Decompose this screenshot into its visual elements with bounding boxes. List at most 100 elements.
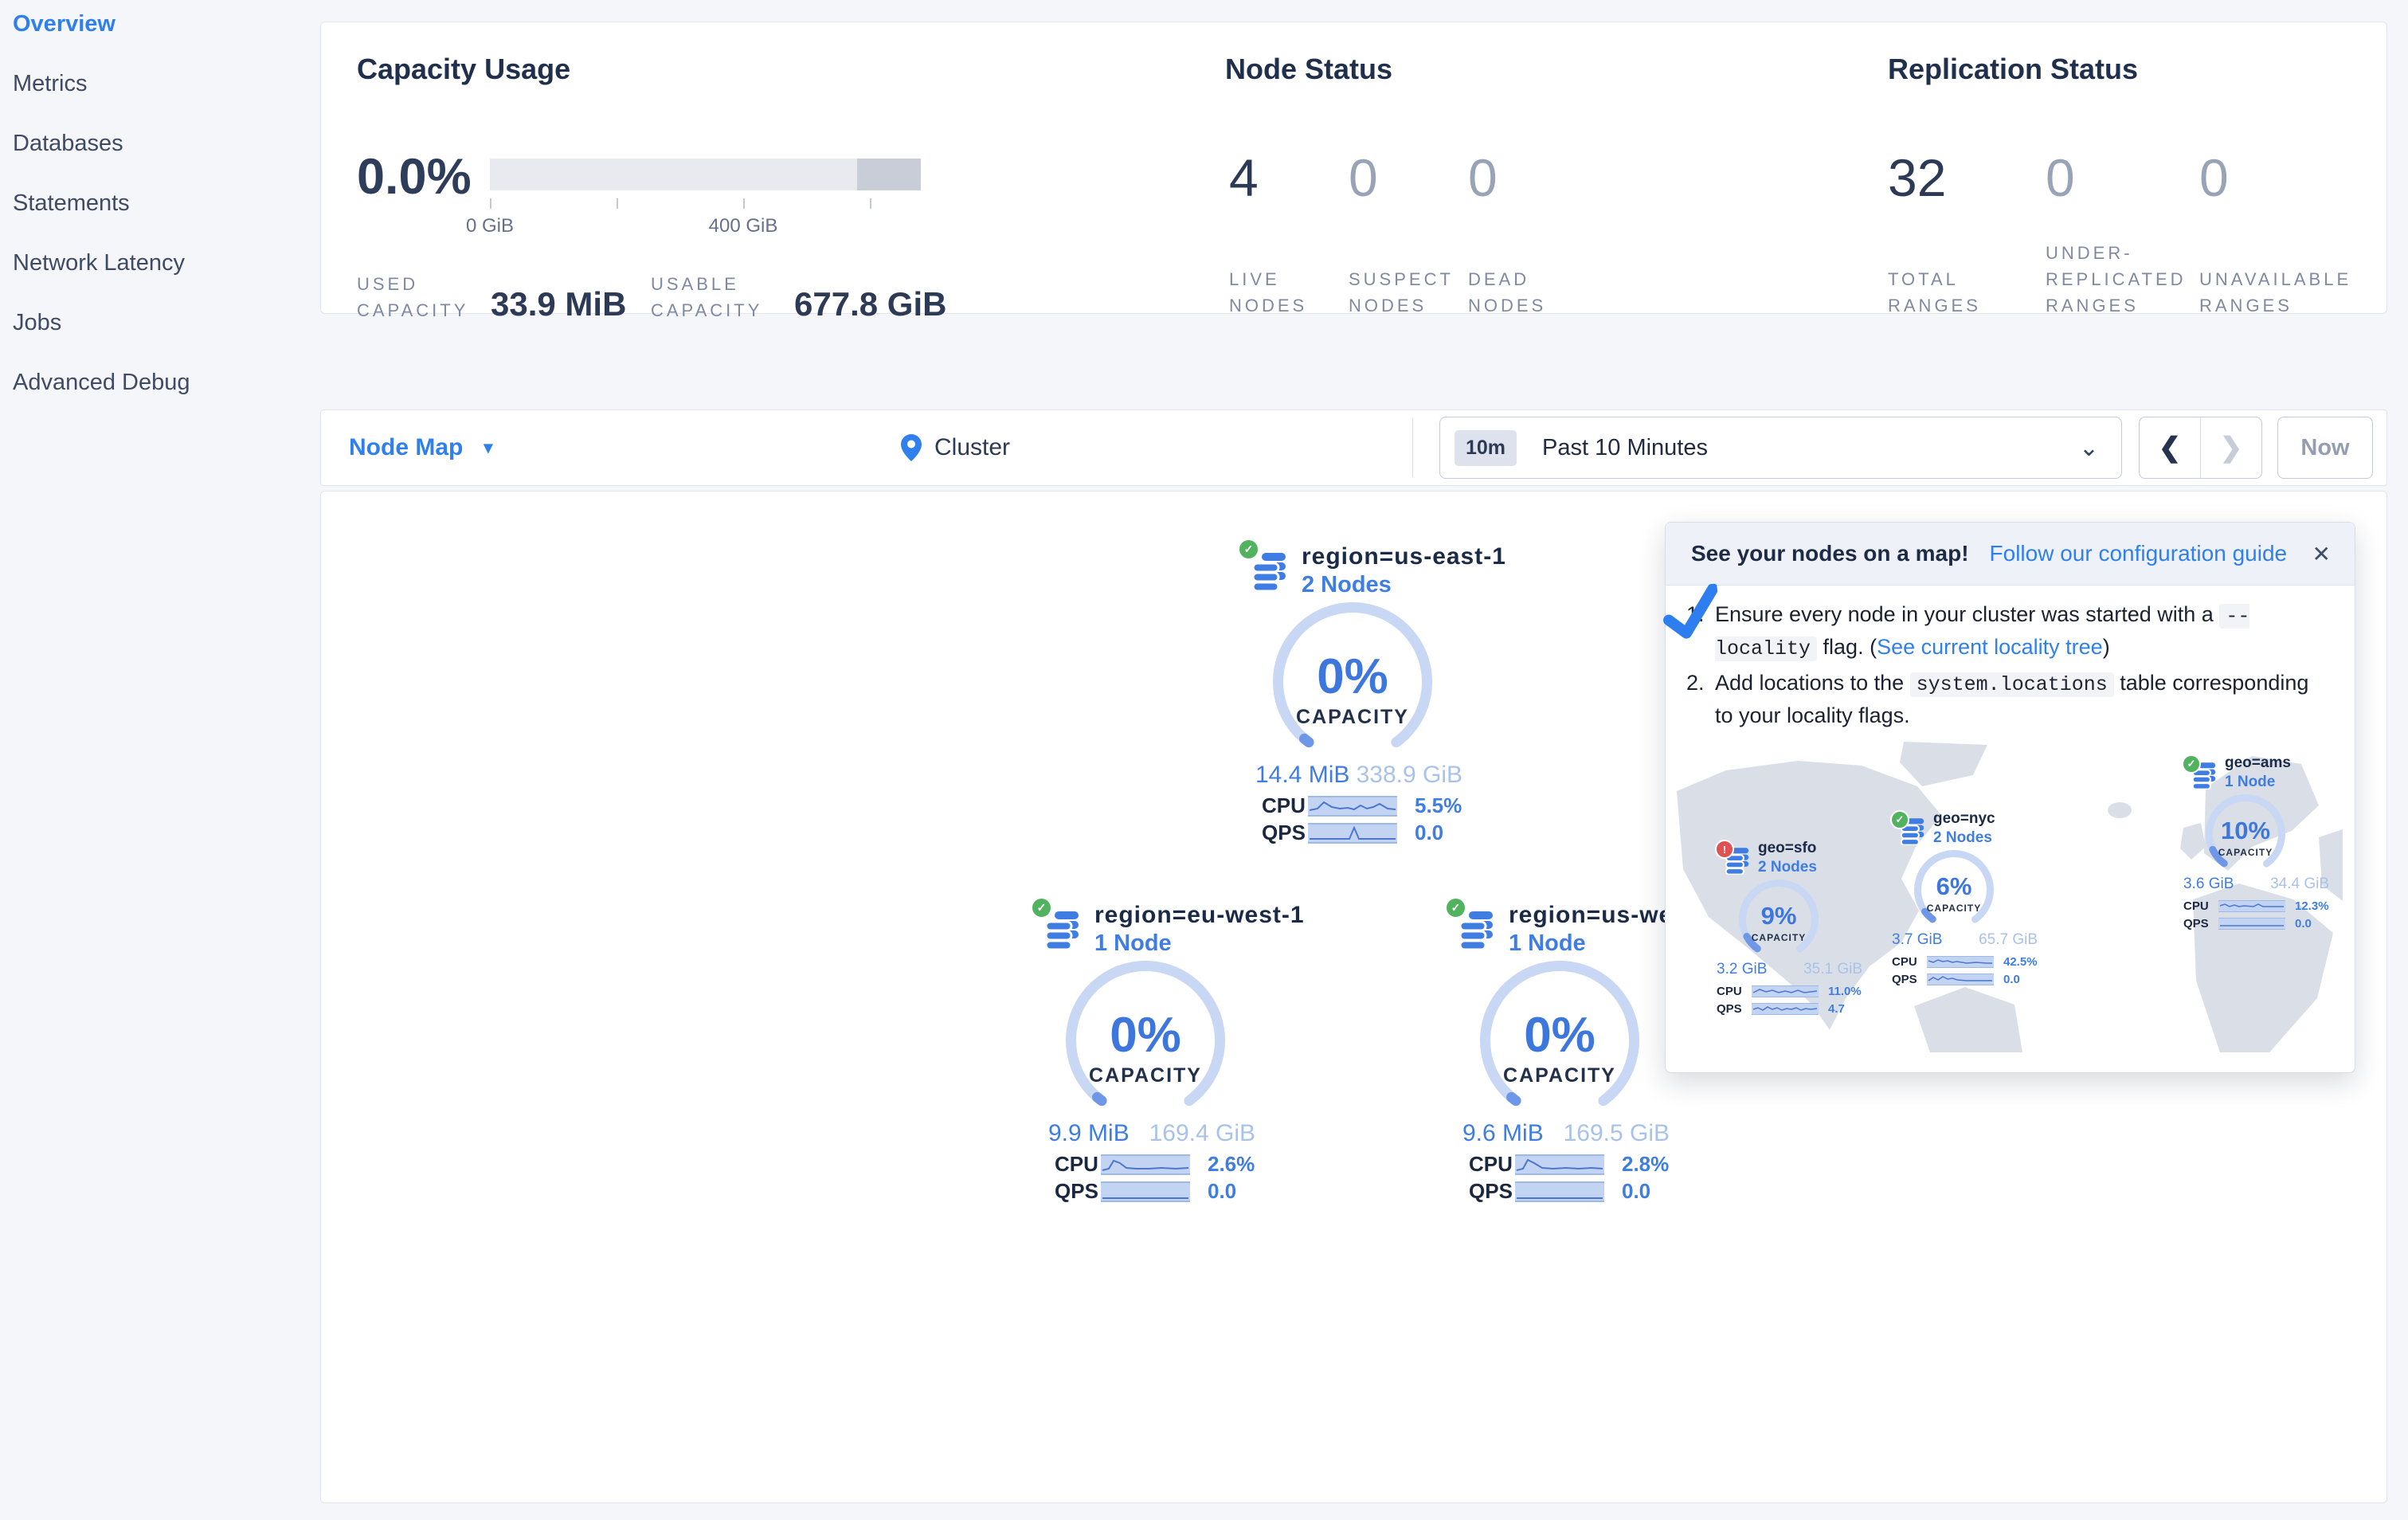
total-ranges-label: TOTAL RANGES bbox=[1888, 269, 1981, 315]
gauge-percent: 0% bbox=[1110, 1008, 1181, 1063]
cpu-value: 5.5% bbox=[1415, 793, 1462, 817]
total-ranges-value: 32 bbox=[1888, 148, 1947, 207]
total-ranges-stat: 32 TOTAL RANGES bbox=[1888, 151, 2023, 319]
sidebar-item-network-latency[interactable]: Network Latency bbox=[13, 241, 185, 285]
caret-down-icon: ▾ bbox=[484, 437, 493, 457]
prev-interval-button[interactable]: ❮ bbox=[2140, 417, 2201, 478]
replication-status-title: Replication Status bbox=[1888, 53, 2139, 85]
cpu-label: CPU bbox=[1055, 1152, 1098, 1176]
suspect-nodes-stat: 0 SUSPECT NODES bbox=[1349, 151, 1460, 319]
chevron-down-icon: ⌄ bbox=[2078, 434, 2099, 461]
qps-label: QPS bbox=[1262, 821, 1306, 844]
qps-row: QPS 0.0 bbox=[2183, 917, 2312, 930]
region-nodes-link[interactable]: 1 Node bbox=[1094, 930, 1172, 957]
qps-label: QPS bbox=[1469, 1179, 1513, 1203]
next-interval-button[interactable]: ❯ bbox=[2201, 417, 2261, 478]
gauge-capacity-label: CAPACITY bbox=[1296, 706, 1409, 728]
status-ok-icon: ✓ bbox=[1890, 810, 1909, 829]
sidebar-item-overview[interactable]: Overview bbox=[13, 2, 116, 46]
cpu-label: CPU bbox=[1262, 793, 1306, 817]
under-replicated-value: 0 bbox=[2046, 148, 2075, 207]
cpu-value: 42.5% bbox=[2003, 955, 2038, 969]
setup-step-1: 1. Ensure every node in your cluster was… bbox=[1686, 599, 2328, 664]
gauge-capacity-label: CAPACITY bbox=[1089, 1064, 1202, 1087]
total-capacity: 169.5 GiB bbox=[1563, 1120, 1670, 1146]
gauge-percent: 0% bbox=[1317, 649, 1388, 704]
qps-sparkline bbox=[1101, 1181, 1190, 1202]
qps-row: QPS 0.0 bbox=[1262, 821, 1443, 845]
qps-row: QPS 4.7 bbox=[1717, 1002, 1845, 1016]
sidebar: Overview Metrics Databases Statements Ne… bbox=[0, 0, 315, 1520]
setup-step-2: 2. Add locations to the system.locations… bbox=[1686, 668, 2328, 731]
used-capacity-stat: USED CAPACITY 33.9 MiB bbox=[357, 271, 626, 323]
qps-sparkline bbox=[2218, 918, 2285, 930]
view-mode-dropdown[interactable]: Node Map ▾ bbox=[349, 410, 492, 485]
status-ok-icon: ✓ bbox=[2182, 754, 2201, 774]
configuration-guide-link[interactable]: Follow our configuration guide bbox=[1990, 541, 2288, 566]
tick-label-0: 0 GiB bbox=[465, 215, 515, 237]
time-range-badge: 10m bbox=[1455, 429, 1517, 466]
qps-sparkline bbox=[1308, 822, 1397, 844]
gauge-capacity-label: CAPACITY bbox=[1503, 1064, 1616, 1087]
suspect-nodes-label: SUSPECT NODES bbox=[1349, 269, 1454, 315]
gauge-capacity-label: CAPACITY bbox=[1926, 903, 1982, 914]
cpu-value: 2.6% bbox=[1208, 1152, 1255, 1176]
region-nodes-link[interactable]: 1 Node bbox=[2225, 774, 2275, 791]
total-capacity: 35.1 GiB bbox=[1803, 961, 1862, 977]
db-console-overview: Overview Metrics Databases Statements Ne… bbox=[0, 0, 2408, 1520]
sidebar-item-advanced-debug[interactable]: Advanced Debug bbox=[13, 360, 190, 405]
tick-label-400: 400 GiB bbox=[708, 215, 778, 237]
gauge-percent: 9% bbox=[1760, 902, 1797, 930]
breadcrumb-label: Cluster bbox=[934, 434, 1011, 460]
unavailable-value: 0 bbox=[2199, 148, 2229, 207]
region-nodes-link[interactable]: 2 Nodes bbox=[1302, 572, 1392, 598]
sidebar-item-databases[interactable]: Databases bbox=[13, 121, 123, 166]
cpu-sparkline bbox=[2218, 900, 2285, 912]
cpu-label: CPU bbox=[1469, 1152, 1513, 1176]
qps-label: QPS bbox=[1717, 1002, 1742, 1016]
qps-value: 0.0 bbox=[2003, 973, 2020, 986]
sidebar-item-metrics[interactable]: Metrics bbox=[13, 61, 87, 106]
cpu-row: CPU 5.5% bbox=[1262, 793, 1462, 818]
usable-capacity-value: 677.8 GiB bbox=[794, 285, 947, 323]
used-capacity: 14.4 MiB bbox=[1255, 762, 1350, 788]
live-nodes-stat: 4 LIVE NODES bbox=[1229, 151, 1341, 319]
locality-tree-link[interactable]: See current locality tree bbox=[1877, 635, 2103, 659]
region-nodes-link[interactable]: 2 Nodes bbox=[1933, 829, 1992, 847]
used-capacity-value: 33.9 MiB bbox=[491, 285, 627, 323]
qps-sparkline bbox=[1927, 974, 1994, 985]
map-pin-icon bbox=[901, 434, 922, 461]
now-button[interactable]: Now bbox=[2277, 417, 2373, 479]
database-nodes-icon bbox=[1459, 911, 1496, 954]
database-nodes-icon bbox=[1044, 911, 1082, 954]
close-icon[interactable]: ✕ bbox=[2312, 541, 2331, 567]
breadcrumb[interactable]: Cluster bbox=[901, 410, 1010, 485]
setup-steps: 1. Ensure every node in your cluster was… bbox=[1686, 599, 2328, 735]
used-capacity: 3.2 GiB bbox=[1717, 961, 1768, 977]
tick bbox=[870, 198, 871, 209]
capacity-bar-reserved bbox=[857, 159, 921, 190]
cpu-value: 2.8% bbox=[1622, 1152, 1670, 1176]
qps-value: 0.0 bbox=[1622, 1179, 1651, 1203]
time-range-label: Past 10 Minutes bbox=[1542, 434, 1708, 460]
region-nodes-link[interactable]: 1 Node bbox=[1509, 930, 1586, 957]
qps-value: 0.0 bbox=[1208, 1179, 1237, 1203]
cpu-row: CPU 2.6% bbox=[1055, 1152, 1255, 1177]
dead-nodes-stat: 0 DEAD NODES bbox=[1468, 151, 1580, 319]
cpu-row: CPU 42.5% bbox=[1892, 955, 2038, 969]
region-title: region=eu-west-1 bbox=[1094, 902, 1305, 928]
sidebar-item-jobs[interactable]: Jobs bbox=[13, 300, 61, 345]
live-nodes-label: LIVE NODES bbox=[1229, 269, 1308, 315]
gauge-percent: 10% bbox=[2220, 817, 2271, 844]
region-title: geo=sfo bbox=[1758, 840, 1817, 856]
capacity-usage-title: Capacity Usage bbox=[357, 53, 571, 85]
region-title: geo=nyc bbox=[1933, 810, 1995, 827]
cpu-sparkline bbox=[1308, 795, 1397, 817]
node-map-preview: ! geo=sfo 2 Nodes 9% CAPACITY 3.2 GiB 35… bbox=[1677, 742, 2343, 1052]
capacity-percent: 0.0% bbox=[357, 149, 472, 205]
time-range-select[interactable]: 10m Past 10 Minutes ⌄ bbox=[1439, 417, 2122, 479]
status-ok-icon: ✓ bbox=[1031, 897, 1052, 919]
qps-label: QPS bbox=[1892, 973, 1917, 986]
sidebar-item-statements[interactable]: Statements bbox=[13, 181, 130, 225]
region-nodes-link[interactable]: 2 Nodes bbox=[1758, 859, 1817, 876]
